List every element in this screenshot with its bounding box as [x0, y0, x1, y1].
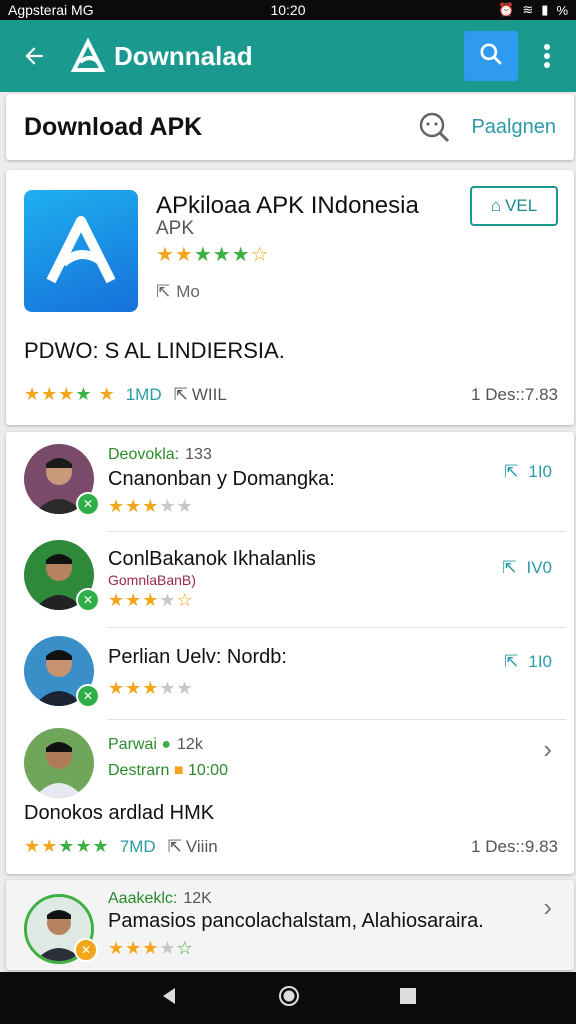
list-item[interactable]: ✕ ConlBakanok Ikhalanlis GomnlaBanB) ★★★…: [6, 532, 574, 628]
footer-right-text: 1 Des::9.83: [471, 836, 558, 856]
app-logo-icon: [68, 36, 108, 76]
status-carrier: Agpsterai MG: [8, 2, 94, 18]
share-icon: ⇱: [504, 652, 519, 671]
share-icon: ⇱: [167, 836, 182, 856]
chevron-right-icon[interactable]: ›: [543, 892, 552, 923]
footer-stars: ★★★★★: [24, 836, 110, 856]
verified-badge-icon: ✕: [76, 684, 100, 708]
list-item-stars: ★★★★★: [108, 496, 194, 516]
status-icons: ⏰ ≋ ▮ %: [498, 2, 568, 18]
list-item-footer: ★★★★★ 7MD ⇱ Viiin 1 Des::9.83: [24, 836, 558, 857]
list-item[interactable]: ✕ Deovokla: 133 Cnanonban y Domangka: ★★★…: [6, 432, 574, 532]
list-item-title: Pamasios pancolachalstam, Alahiosaraira.: [108, 910, 484, 932]
list-item-title: Perlian Uelv: Nordb:: [108, 646, 287, 668]
app-name: APkiloaa APK INdonesia: [156, 192, 419, 219]
app-detail-card[interactable]: APkiloaa APK INdonesia APK ★★★★★☆ ⇱ Mo ⌂…: [6, 170, 574, 425]
app-icon: [24, 190, 138, 312]
tag-icon: ■: [173, 762, 184, 779]
signal-icon: ▮: [541, 2, 549, 17]
app-card-footer: ★★★★ ★ 1MD ⇱ WIIL 1 Des::7.83: [24, 384, 558, 405]
avatar: [24, 728, 94, 798]
page-title: Download APK: [24, 112, 203, 141]
wifi-icon: ≋: [522, 2, 534, 17]
nav-back-icon[interactable]: [159, 986, 179, 1011]
list-item-title: Donokos ardlad HMK: [24, 802, 215, 824]
footer-share-text: WIIL: [191, 384, 227, 404]
footer-share-text: Viiin: [185, 836, 218, 856]
list-item[interactable]: ✕ Perlian Uelv: Nordb: ★★★★★ ⇱ 1I0: [6, 628, 574, 720]
list-item-action[interactable]: ⇱ 1I0: [504, 462, 552, 482]
app-bar: Downnalad: [0, 20, 576, 92]
list-item-action[interactable]: ⇱ IV0: [502, 558, 552, 578]
app-rating-stars: ★★★★★☆: [156, 244, 270, 266]
peek-list-card[interactable]: ✕ Aaakeklc: 12K Pamasios pancolachalstam,…: [6, 880, 574, 970]
alarm-icon: ⏰: [498, 2, 515, 17]
verified-badge-icon: ✕: [76, 588, 100, 612]
list-item[interactable]: ✕ Aaakeklc: 12K Pamasios pancolachalstam,…: [6, 880, 574, 970]
footer-count: 1MD: [125, 384, 162, 404]
system-nav-bar: [0, 972, 576, 1024]
list-item-stars: ★★★★☆: [108, 938, 194, 958]
footer-count: 7MD: [119, 836, 156, 856]
chevron-right-icon[interactable]: ›: [543, 734, 552, 765]
list-item-stars: ★★★★★: [108, 678, 194, 698]
list-item-meta: Aaakeklc: 12K: [108, 890, 212, 907]
list-item-stars: ★★★★☆: [108, 590, 194, 610]
back-arrow-icon[interactable]: [14, 36, 54, 76]
app-tag-button[interactable]: ⌂ VEL: [470, 186, 558, 226]
footer-right-text: 1 Des::7.83: [471, 384, 558, 404]
download-header-card: Download APK Paalgnen: [6, 94, 574, 160]
app-description: PDWO: S AL LINDIERSIA.: [24, 338, 285, 363]
header-link[interactable]: Paalgnen: [471, 116, 556, 139]
app-bar-title: Downnalad: [114, 40, 253, 71]
footer-share[interactable]: ⇱ WIIL: [174, 385, 227, 405]
app-share-label: Mo: [176, 282, 200, 301]
list-item[interactable]: Parwai ● 12k Destrarn ■ 10:00 › Donokos a…: [6, 720, 574, 874]
nav-recent-icon[interactable]: [399, 987, 417, 1010]
app-share[interactable]: ⇱ Mo: [156, 282, 200, 302]
battery-text: %: [556, 2, 568, 18]
share-icon: ⇱: [173, 384, 188, 404]
list-item-meta: Parwai ● 12k: [108, 736, 203, 753]
status-bar: Agpsterai MG 10:20 ⏰ ≋ ▮ %: [0, 0, 576, 20]
search-icon: [478, 41, 504, 72]
app-tag-label: VEL: [505, 196, 538, 215]
share-icon: ⇱: [502, 558, 517, 577]
verified-badge-icon: ✕: [76, 492, 100, 516]
search-button[interactable]: [464, 31, 518, 81]
list-item-meta-2: Destrarn ■ 10:00: [108, 762, 228, 779]
footer-share[interactable]: ⇱ Viiin: [168, 837, 218, 857]
chat-icon: ●: [161, 736, 172, 753]
magnifier-icon[interactable]: [417, 110, 451, 144]
list-item-title: Cnanonban y Domangka:: [108, 468, 335, 490]
footer-stars: ★★★★ ★: [24, 384, 116, 404]
share-icon: ⇱: [156, 282, 171, 301]
list-item-title: ConlBakanok Ikhalanlis: [108, 548, 316, 570]
share-icon: ⇱: [504, 462, 519, 481]
list-item-action[interactable]: ⇱ 1I0: [504, 652, 552, 672]
list-item-subtitle: GomnlaBanB): [108, 572, 196, 588]
badge-icon: ✕: [74, 938, 98, 962]
tag-icon: ⌂: [490, 196, 502, 215]
list-item-meta: Deovokla: 133: [108, 446, 212, 463]
app-subtitle: APK: [156, 218, 195, 239]
more-vert-icon[interactable]: [532, 36, 562, 76]
nav-home-icon[interactable]: [278, 985, 300, 1012]
review-list-card: ✕ Deovokla: 133 Cnanonban y Domangka: ★★★…: [6, 432, 574, 874]
